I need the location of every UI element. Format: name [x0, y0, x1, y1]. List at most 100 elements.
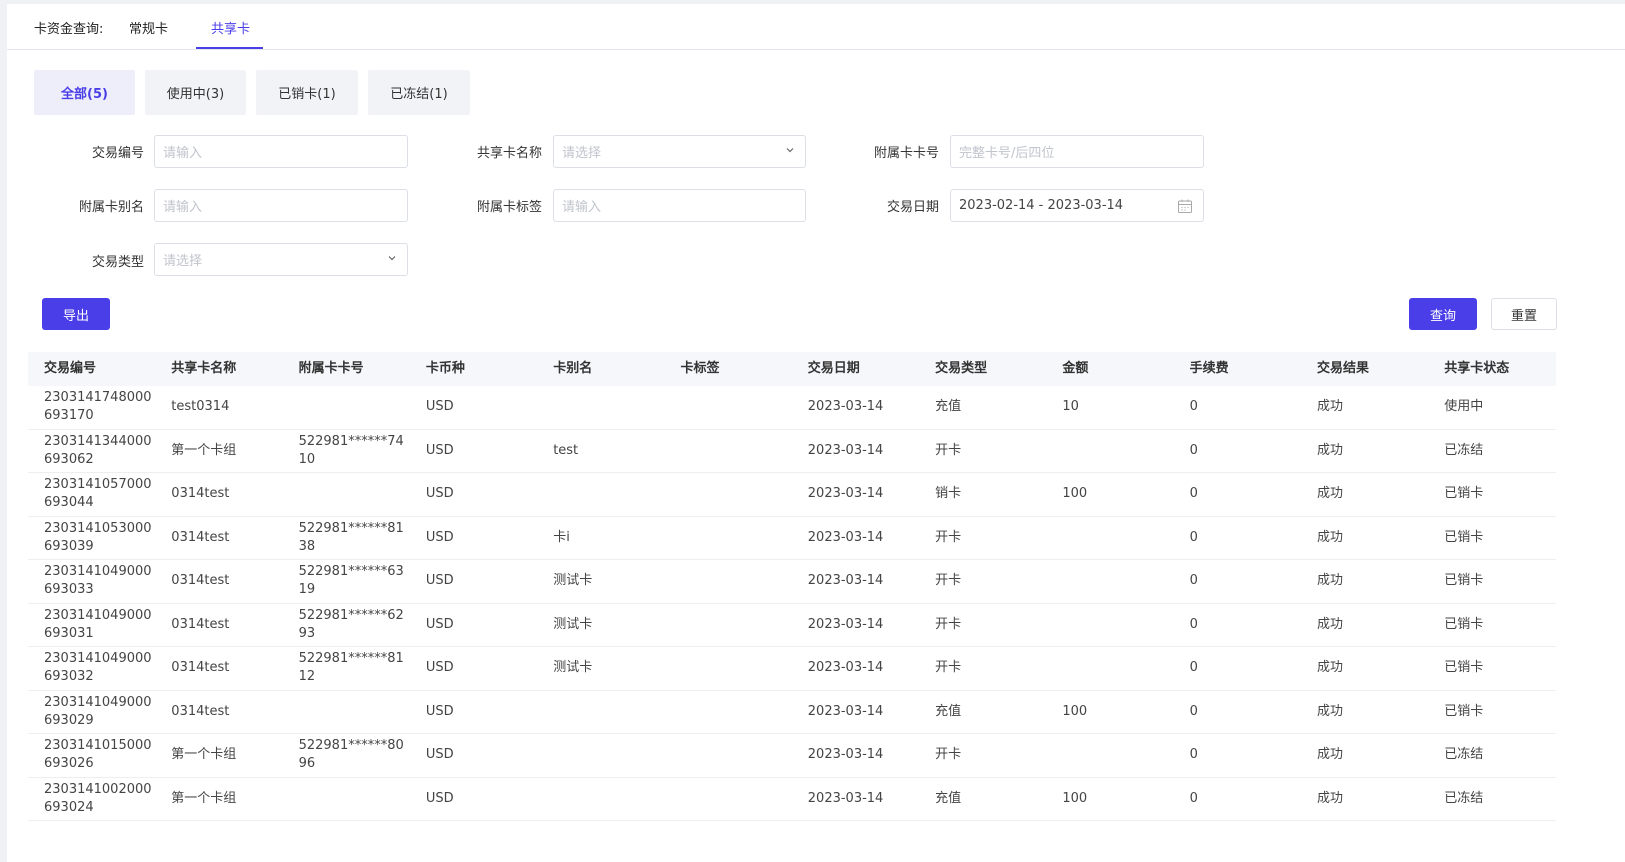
- column-header: 交易日期: [807, 361, 860, 376]
- reset-button[interactable]: 重置: [1491, 298, 1557, 330]
- table-cell: 0: [1189, 747, 1198, 763]
- table-cell: 0: [1189, 573, 1198, 589]
- status-tab-frozen[interactable]: 已冻结(1): [368, 70, 470, 115]
- column-header: 交易结果: [1316, 361, 1369, 376]
- tab-regular-card[interactable]: 常规卡: [129, 18, 168, 37]
- trade-date-picker[interactable]: 2023-02-14 - 2023-03-14: [950, 189, 1204, 222]
- table-cell: 522981******6319: [298, 564, 404, 598]
- column-header: 交易类型: [935, 361, 988, 376]
- chevron-down-icon: [388, 256, 396, 261]
- table-cell: 2303141015000693026: [44, 738, 152, 772]
- status-tab-cancelled[interactable]: 已销卡(1): [256, 70, 358, 115]
- table-cell: 2303141049000693029: [44, 694, 152, 728]
- table-cell: 2303141002000693024: [44, 781, 152, 815]
- table-cell: 2303141049000693033: [44, 564, 152, 598]
- trade-no-input[interactable]: 请输入: [154, 135, 408, 168]
- table-cell: 卡i: [553, 529, 570, 545]
- table-cell: USD: [425, 399, 454, 415]
- table-cell: 测试卡: [553, 616, 593, 632]
- table-cell: 0314test: [171, 616, 230, 632]
- table-cell: 2023-03-14: [807, 747, 884, 763]
- table-cell: 2023-03-14: [807, 399, 884, 415]
- table-row: 2303141344000693062 第一个卡组 522981******7410…: [28, 430, 1556, 473]
- table-cell: 已冻结: [1444, 790, 1484, 806]
- table-cell: test0314: [171, 399, 230, 415]
- calendar-icon: [1178, 199, 1192, 213]
- column-header: 手续费: [1189, 361, 1229, 376]
- table-cell: 0: [1189, 442, 1198, 458]
- export-button[interactable]: 导出: [42, 298, 110, 330]
- column-header: 卡币种: [425, 361, 465, 376]
- table-cell: 522981******7410: [298, 433, 404, 467]
- table-cell: 100: [1062, 486, 1088, 502]
- table-cell: 开卡: [935, 442, 962, 458]
- table-cell: 成功: [1316, 442, 1343, 458]
- table-cell: 2023-03-14: [807, 616, 884, 632]
- trade-type-select[interactable]: 请选择: [154, 243, 408, 276]
- trade-date-value: 2023-02-14 - 2023-03-14: [959, 198, 1124, 213]
- table-cell: 已销卡: [1444, 573, 1484, 589]
- table-cell: 0314test: [171, 486, 230, 502]
- sub-card-no-input[interactable]: 完整卡号/后四位: [950, 135, 1204, 168]
- table-cell: 2303141049000693031: [44, 607, 152, 641]
- table-row: 2303141053000693039 0314test 522981******8…: [28, 517, 1556, 560]
- status-tab-in-use[interactable]: 使用中(3): [145, 70, 246, 115]
- table-cell: 522981******8112: [298, 651, 404, 685]
- status-tab-all[interactable]: 全部(5): [34, 70, 135, 115]
- table-cell: 2023-03-14: [807, 529, 884, 545]
- table-cell: USD: [425, 660, 454, 676]
- table-cell: 2303141057000693044: [44, 477, 152, 511]
- tab-shared-card[interactable]: 共享卡: [211, 18, 250, 37]
- table-cell: 0314test: [171, 703, 230, 719]
- share-card-name-placeholder: 请选择: [562, 146, 602, 161]
- table-cell: 成功: [1316, 790, 1343, 806]
- table-cell: 2023-03-14: [807, 573, 884, 589]
- sub-card-alias-input[interactable]: 请输入: [154, 189, 408, 222]
- table-row: 2303141049000693032 0314test 522981******8…: [28, 647, 1556, 691]
- table-cell: 0: [1189, 616, 1198, 632]
- table-row: 2303141049000693029 0314test USD 2023-03-14…: [28, 691, 1556, 734]
- table-cell: 测试卡: [553, 660, 593, 676]
- table-cell: 已冻结: [1444, 442, 1484, 458]
- column-header: 卡标签: [680, 361, 720, 376]
- table-cell: USD: [425, 616, 454, 632]
- table-cell: 成功: [1316, 573, 1343, 589]
- sub-card-tag-input[interactable]: 请输入: [553, 189, 806, 222]
- table-cell: 成功: [1316, 486, 1343, 502]
- table-cell: 开卡: [935, 616, 962, 632]
- sub-card-tag-label: 附属卡标签: [476, 200, 542, 215]
- table-cell: 已销卡: [1444, 616, 1484, 632]
- table-row: 2303141049000693031 0314test 522981******6…: [28, 604, 1556, 647]
- table-cell: 成功: [1316, 747, 1343, 763]
- table-cell: 0: [1189, 790, 1198, 806]
- trade-type-placeholder: 请选择: [163, 254, 203, 269]
- table-cell: USD: [425, 442, 454, 458]
- column-header: 卡别名: [553, 361, 593, 376]
- sub-card-alias-label: 附属卡别名: [78, 200, 144, 215]
- table-cell: 已销卡: [1444, 486, 1484, 502]
- table-cell: USD: [425, 486, 454, 502]
- tabs-prefix-label: 卡资金查询:: [34, 22, 104, 37]
- table-cell: 开卡: [935, 747, 962, 763]
- table-cell: 已销卡: [1444, 660, 1484, 676]
- table-cell: 2303141053000693039: [44, 520, 152, 554]
- table-cell: 测试卡: [553, 573, 593, 589]
- table-cell: 2023-03-14: [807, 660, 884, 676]
- table-cell: 已冻结: [1444, 747, 1484, 763]
- share-card-name-label: 共享卡名称: [476, 146, 542, 161]
- table-cell: 0314test: [171, 660, 230, 676]
- table-cell: 第一个卡组: [171, 747, 237, 763]
- card-type-tabs: 卡资金查询: 常规卡 共享卡: [7, 4, 1625, 50]
- share-card-name-select[interactable]: 请选择: [553, 135, 806, 168]
- table-cell: USD: [425, 529, 454, 545]
- table-row: 2303141057000693044 0314test USD 2023-03-14…: [28, 473, 1556, 517]
- query-button[interactable]: 查询: [1409, 298, 1477, 330]
- table-cell: 使用中: [1444, 399, 1484, 415]
- table-cell: 成功: [1316, 529, 1343, 545]
- table-cell: test: [553, 442, 579, 458]
- table-cell: 2023-03-14: [807, 790, 884, 806]
- table-cell: 2303141049000693032: [44, 651, 152, 685]
- table-cell: 2303141748000693170: [44, 390, 152, 424]
- column-header: 共享卡名称: [171, 361, 237, 376]
- chevron-down-icon: [786, 148, 794, 153]
